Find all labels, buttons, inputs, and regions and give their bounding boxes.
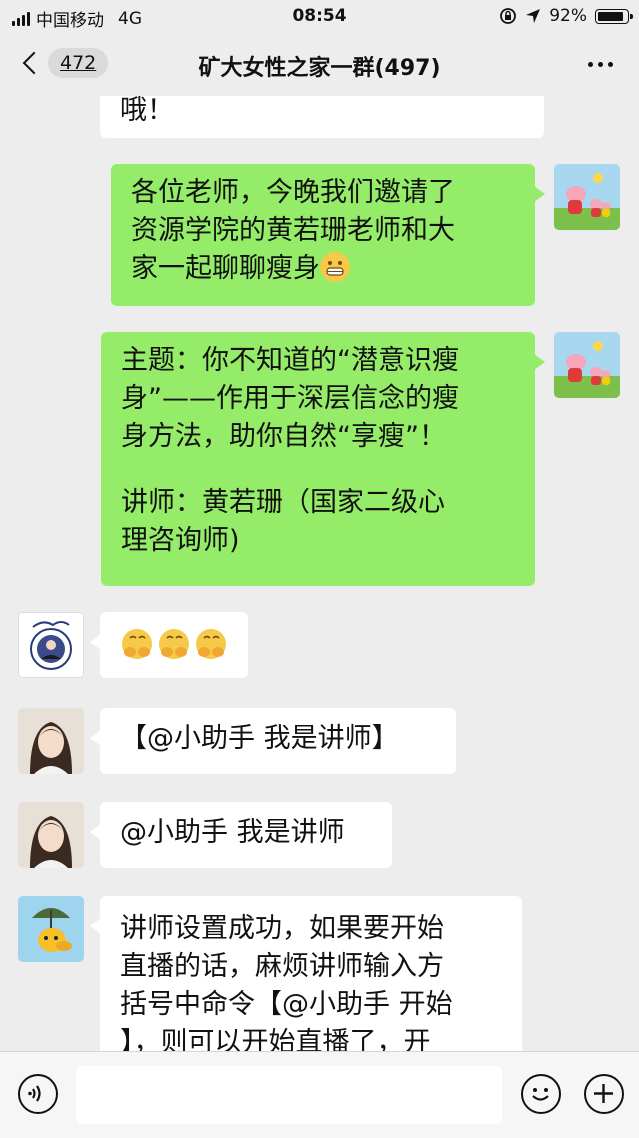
peppa-pig-avatar-icon bbox=[554, 164, 620, 230]
grin-emoji-icon bbox=[320, 252, 350, 282]
avatar[interactable] bbox=[18, 708, 84, 774]
message-input[interactable] bbox=[76, 1066, 502, 1124]
message-line: 讲师设置成功，如果要开始 bbox=[120, 913, 444, 944]
chat-title: 矿大女性之家一群(497) bbox=[198, 56, 441, 81]
message-line: 】，则可以开始直播了，开 bbox=[120, 1027, 431, 1051]
message-bubble[interactable]: 各位老师，今晚我们邀请了 资源学院的黄若珊老师和大 家一起聊聊瘦身 bbox=[111, 164, 545, 306]
avatar[interactable] bbox=[18, 896, 84, 962]
user-photo-avatar-icon bbox=[18, 802, 84, 868]
organization-logo-avatar-icon bbox=[19, 613, 83, 677]
message-text: 哦！ bbox=[120, 96, 174, 126]
status-right: 92% bbox=[499, 6, 633, 26]
status-bar: 中国移动 4G 08:54 92% bbox=[0, 0, 639, 34]
lock-rotation-icon bbox=[500, 8, 517, 24]
dot-icon bbox=[588, 62, 593, 67]
plus-icon bbox=[594, 1084, 613, 1103]
message-line: 直播的话，麻烦讲师输入方 bbox=[120, 951, 444, 982]
voice-input-button[interactable] bbox=[18, 1074, 58, 1114]
smiley-icon bbox=[532, 1088, 549, 1101]
message-line: 家一起聊聊瘦身 bbox=[131, 253, 320, 284]
avatar[interactable] bbox=[554, 332, 620, 398]
cartoon-avatar-icon bbox=[18, 896, 84, 962]
peppa-pig-avatar-icon bbox=[554, 332, 620, 398]
input-bar bbox=[0, 1051, 639, 1138]
message-bubble[interactable]: 【@小助手 我是讲师】 bbox=[90, 708, 456, 774]
message-line: 理咨询师) bbox=[121, 525, 240, 556]
message-bubble[interactable] bbox=[90, 612, 248, 678]
battery-icon bbox=[595, 8, 633, 24]
battery-percent: 92% bbox=[549, 6, 587, 26]
message-bubble[interactable]: 讲师设置成功，如果要开始 直播的话，麻烦讲师输入方 括号中命令【@小助手 开始 … bbox=[90, 896, 522, 1051]
dot-icon bbox=[608, 62, 613, 67]
message-line: 身”——作用于深层信念的瘦 bbox=[121, 383, 459, 414]
message-text: 【@小助手 我是讲师】 bbox=[120, 723, 399, 754]
chat-header: 472 矿大女性之家一群(497) bbox=[0, 34, 639, 96]
avatar[interactable] bbox=[554, 164, 620, 230]
message-line: 身方法，助你自然“享瘦”！ bbox=[121, 421, 446, 452]
emoji-button[interactable] bbox=[521, 1074, 561, 1114]
message-line: 资源学院的黄若珊老师和大 bbox=[131, 215, 455, 246]
location-icon bbox=[526, 9, 541, 23]
dot-icon bbox=[598, 62, 603, 67]
hands-over-mouth-emoji-icon bbox=[120, 629, 230, 669]
more-options-button[interactable] bbox=[588, 62, 613, 67]
message-text: @小助手 我是讲师 bbox=[120, 817, 345, 848]
message-line bbox=[121, 456, 515, 484]
voice-icon bbox=[28, 1085, 41, 1102]
user-photo-avatar-icon bbox=[18, 708, 84, 774]
message-bubble[interactable]: 哦！ bbox=[100, 96, 544, 138]
avatar[interactable] bbox=[18, 612, 84, 678]
message-list[interactable]: 哦！ 各位老师，今晚我们邀请了 资源学院的黄若珊老师和大 家一起聊聊瘦身 主题：… bbox=[0, 96, 639, 1051]
battery-fill bbox=[598, 11, 623, 21]
message-bubble[interactable]: @小助手 我是讲师 bbox=[90, 802, 392, 868]
message-line: 括号中命令【@小助手 开始 bbox=[120, 989, 453, 1020]
message-line: 各位老师，今晚我们邀请了 bbox=[131, 177, 455, 208]
message-bubble[interactable]: 主题：你不知道的“潜意识瘦 身”——作用于深层信念的瘦 身方法，助你自然“享瘦”… bbox=[101, 332, 545, 586]
more-functions-button[interactable] bbox=[584, 1074, 624, 1114]
message-line: 讲师：黄若珊（国家二级心 bbox=[121, 487, 445, 518]
avatar[interactable] bbox=[18, 802, 84, 868]
message-line: 主题：你不知道的“潜意识瘦 bbox=[121, 345, 459, 376]
